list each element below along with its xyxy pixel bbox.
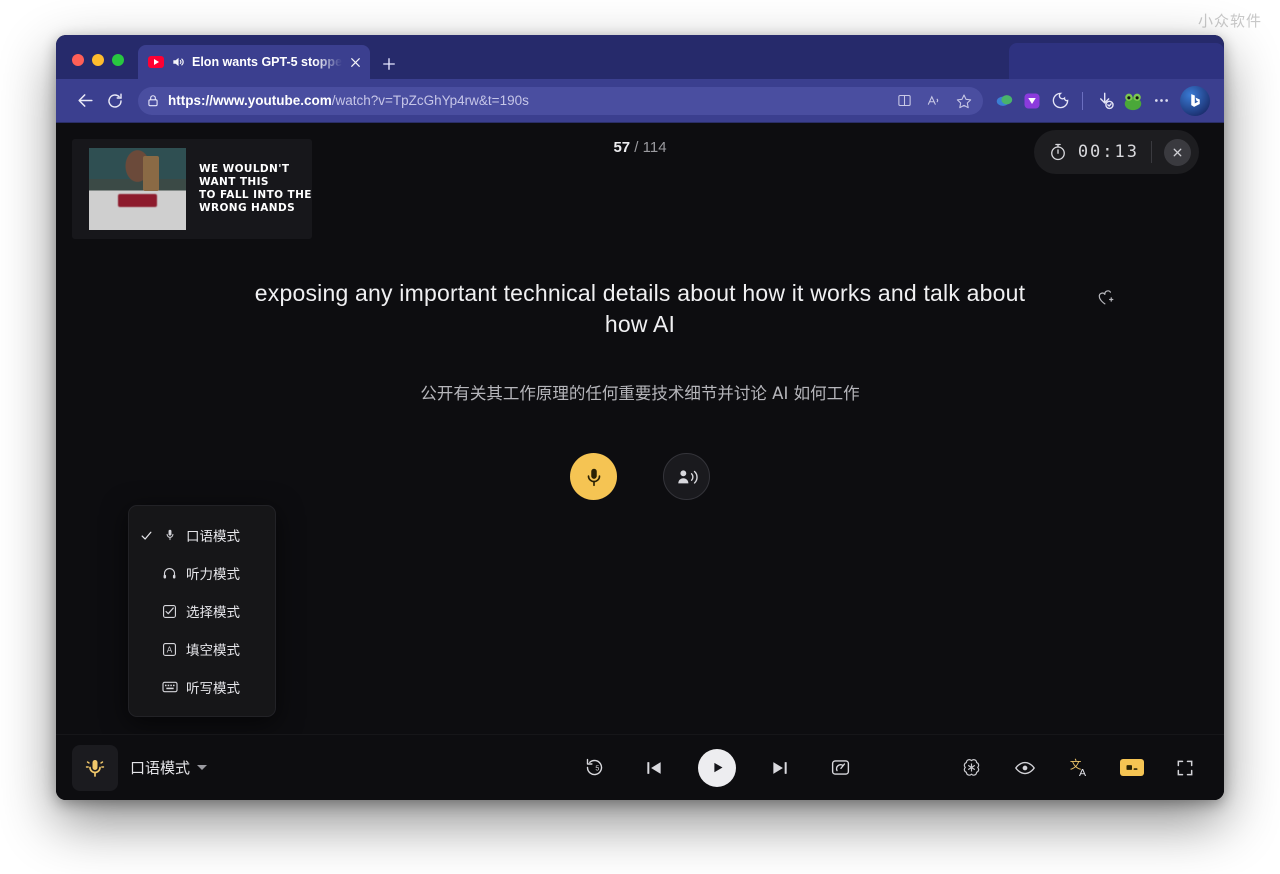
bottom-bar-left: 口语模式	[56, 744, 476, 791]
menu-item-label: 口语模式	[186, 529, 240, 545]
replay-icon[interactable]: 5	[578, 752, 610, 784]
menu-item-label: 选择模式	[186, 605, 240, 621]
eye-icon[interactable]	[1012, 755, 1038, 781]
menu-item-choice[interactable]: 选择模式	[129, 592, 275, 630]
browser-window: Elon wants GPT-5 stoppe https://www.yout…	[56, 35, 1224, 800]
maximize-window-button[interactable]	[112, 54, 124, 66]
tab-title: Elon wants GPT-5 stoppe	[192, 55, 342, 69]
collections-extension-icon[interactable]	[991, 88, 1017, 114]
menu-item-label: 填空模式	[186, 643, 240, 659]
url-host: https://www.youtube.com	[168, 93, 332, 108]
chevron-down-icon	[197, 765, 208, 770]
screenshot-root: 小众软件 Elon wants GPT-5 stoppe https://www…	[0, 0, 1280, 874]
fill-blank-icon: A	[161, 642, 178, 657]
reload-icon[interactable]	[100, 86, 130, 116]
thumbnail-image	[89, 148, 186, 230]
headphones-icon	[161, 566, 178, 581]
timer-value: 00:13	[1077, 142, 1139, 162]
url-path: /watch?v=TpZcGhYp4rw&t=190s	[331, 93, 529, 108]
mic-controls-row	[56, 453, 1224, 500]
microphone-icon	[161, 528, 178, 542]
watermark: 小众软件	[1197, 12, 1262, 30]
heart-plus-icon[interactable]	[1095, 288, 1114, 307]
mode-label: 口语模式	[130, 759, 191, 777]
menu-item-listening[interactable]: 听力模式	[129, 554, 275, 592]
close-window-button[interactable]	[72, 54, 84, 66]
arrow-left-icon[interactable]	[70, 86, 100, 116]
menu-item-dictation[interactable]: 听写模式	[129, 668, 275, 706]
thumbnail-caption-line: WE WOULDN'T	[199, 163, 290, 175]
speaker-icon[interactable]	[171, 55, 185, 69]
menu-item-fill-blank[interactable]: A 填空模式	[129, 630, 275, 668]
svg-text:A: A	[167, 645, 173, 654]
video-player-page: WE WOULDN'T WANT THIS TO FALL INTO THE W…	[56, 123, 1224, 800]
thumbnail-caption: WE WOULDN'T WANT THIS TO FALL INTO THE W…	[199, 163, 312, 215]
split-screen-icon[interactable]	[893, 90, 915, 112]
close-icon[interactable]	[349, 56, 362, 69]
browser-tab[interactable]: Elon wants GPT-5 stoppe	[138, 45, 370, 79]
playback-controls: 5	[476, 748, 958, 787]
thumbnail-caption-line: WRONG HANDS	[199, 202, 296, 214]
svg-text:5: 5	[595, 766, 599, 773]
menu-item-speaking[interactable]: 口语模式	[129, 516, 275, 554]
menu-item-label: 听力模式	[186, 567, 240, 583]
favorites-add-icon[interactable]	[953, 90, 975, 112]
thumbnail-caption-line: TO FALL INTO THE	[199, 189, 312, 201]
playback-speed-icon[interactable]	[824, 752, 856, 784]
browser-toolbar: https://www.youtube.com/watch?v=TpZcGhYp…	[56, 79, 1224, 123]
next-sentence-icon[interactable]	[764, 752, 796, 784]
downloads-icon[interactable]	[1092, 88, 1118, 114]
subtitle-english[interactable]: exposing any important technical details…	[236, 278, 1044, 340]
bottom-bar-right: 文 A	[958, 755, 1224, 781]
checkmark-icon	[139, 529, 153, 542]
fullscreen-icon[interactable]	[1172, 755, 1198, 781]
openai-icon[interactable]	[958, 755, 984, 781]
mode-dropdown-menu: 口语模式 听力模式 选择模式 A 填空模式 听写模式	[128, 505, 276, 717]
multiple-choice-icon	[161, 604, 178, 619]
timer-divider	[1151, 141, 1152, 163]
toolbar-divider	[1082, 91, 1083, 110]
address-bar[interactable]: https://www.youtube.com/watch?v=TpZcGhYp…	[138, 86, 983, 115]
counter-separator: /	[634, 139, 639, 156]
window-traffic-lights	[56, 54, 138, 79]
purple-extension-icon[interactable]	[1019, 88, 1045, 114]
lock-icon	[146, 94, 160, 108]
more-options-icon[interactable]	[1148, 88, 1174, 114]
subtitle-chinese[interactable]: 公开有关其工作原理的任何重要技术细节并讨论 AI 如何工作	[236, 380, 1044, 404]
toolbar-extensions	[991, 85, 1210, 116]
tab-strip: Elon wants GPT-5 stoppe	[56, 35, 1224, 79]
stopwatch-icon	[1048, 142, 1068, 162]
close-circle-icon[interactable]	[1164, 138, 1191, 166]
microphone-icon[interactable]	[570, 453, 617, 500]
dictation-keyboard-icon	[161, 680, 178, 694]
thumbnail-caption-line: WANT THIS	[199, 176, 269, 188]
address-bar-url: https://www.youtube.com/watch?v=TpZcGhYp…	[168, 93, 885, 108]
translate-icon[interactable]: 文 A	[1066, 755, 1092, 781]
frog-extension-icon[interactable]	[1120, 88, 1146, 114]
cookie-extension-icon[interactable]	[1047, 88, 1073, 114]
play-icon[interactable]	[698, 748, 736, 787]
menu-item-label: 听写模式	[186, 681, 240, 697]
new-tab-button[interactable]	[380, 55, 398, 73]
copilot-icon[interactable]	[1180, 85, 1210, 116]
minimize-window-button[interactable]	[92, 54, 104, 66]
captions-icon[interactable]	[1120, 759, 1144, 776]
mode-selector[interactable]: 口语模式	[130, 757, 208, 778]
timer-widget: 00:13	[1033, 130, 1199, 174]
tab-strip-right-region	[1009, 43, 1224, 79]
counter-current: 57	[613, 139, 631, 156]
previous-sentence-icon[interactable]	[638, 752, 670, 784]
microphone-active-icon[interactable]	[72, 744, 118, 791]
person-speaking-icon[interactable]	[663, 453, 710, 500]
read-aloud-icon[interactable]	[923, 90, 945, 112]
counter-total: 114	[642, 139, 667, 156]
player-bottom-bar: 口语模式 5 文 A	[56, 734, 1224, 800]
svg-text:A: A	[1079, 767, 1086, 779]
youtube-icon	[148, 56, 164, 68]
